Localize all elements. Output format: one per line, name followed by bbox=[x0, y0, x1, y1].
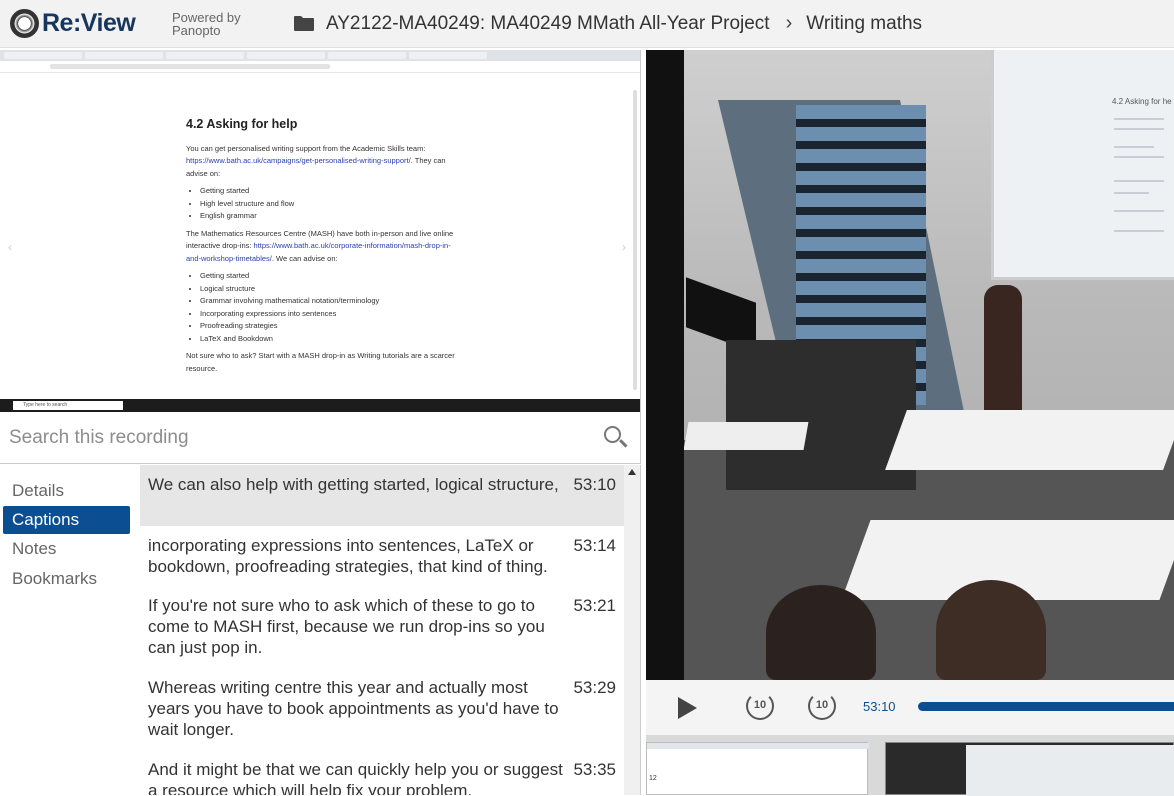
caption-item[interactable]: If you're not sure who to ask which of t… bbox=[140, 586, 624, 668]
video-screen-title: 4.2 Asking for he bbox=[1112, 97, 1172, 106]
top-header: Re:View Powered by Panopto AY2122-MA4024… bbox=[0, 0, 1174, 48]
list-item: Getting started bbox=[200, 185, 456, 198]
chevron-right-icon: › bbox=[622, 240, 626, 254]
thumbnail-strip: 12 bbox=[646, 735, 1174, 796]
current-time: 53:10 bbox=[863, 699, 896, 714]
play-icon[interactable] bbox=[678, 697, 697, 719]
captured-taskbar-search: Type here to search bbox=[13, 401, 123, 410]
tab-notes[interactable]: Notes bbox=[3, 535, 130, 563]
caption-text: If you're not sure who to ask which of t… bbox=[148, 596, 545, 657]
chevron-right-icon: › bbox=[785, 12, 793, 34]
review-logo[interactable]: Re:View bbox=[10, 9, 160, 38]
secondary-stream-viewer[interactable]: ‹ › 4.2 Asking for help You can get pers… bbox=[0, 50, 641, 412]
breadcrumb-session: Writing maths bbox=[806, 12, 923, 34]
captions-list: We can also help with getting started, l… bbox=[140, 465, 624, 795]
caption-text: And it might be that we can quickly help… bbox=[148, 760, 563, 795]
university-seal-icon bbox=[10, 9, 39, 38]
caption-text: Whereas writing centre this year and act… bbox=[148, 678, 559, 739]
caption-time: 53:10 bbox=[573, 475, 616, 494]
video-desk bbox=[885, 410, 1174, 470]
slide-list-2: Getting started Logical structure Gramma… bbox=[200, 270, 456, 345]
breadcrumb-folder[interactable]: AY2122-MA40249: MA40249 MMath All-Year P… bbox=[326, 13, 770, 35]
slide-page: 4.2 Asking for help You can get personal… bbox=[186, 118, 456, 378]
powered-by-brand: Panopto bbox=[172, 22, 221, 38]
list-item: Logical structure bbox=[200, 283, 456, 296]
side-tabs: Details Captions Notes Bookmarks bbox=[0, 465, 140, 795]
captured-taskbar: Type here to search bbox=[0, 399, 640, 412]
caption-time: 53:35 bbox=[573, 760, 616, 779]
search-icon[interactable] bbox=[604, 426, 621, 443]
caption-time: 53:21 bbox=[573, 596, 616, 615]
list-item: High level structure and flow bbox=[200, 198, 456, 211]
thumbnail-number: 12 bbox=[649, 775, 657, 782]
caption-item[interactable]: incorporating expressions into sentences… bbox=[140, 526, 624, 587]
slide-paragraph-2: The Mathematics Resources Centre (MASH) … bbox=[186, 228, 454, 263]
tab-details[interactable]: Details bbox=[3, 477, 130, 505]
forward-10-icon[interactable]: 10 bbox=[808, 692, 836, 720]
rewind-10-icon[interactable]: 10 bbox=[746, 692, 774, 720]
list-item: English grammar bbox=[200, 210, 456, 223]
main-video[interactable]: 4.2 Asking for he bbox=[646, 50, 1174, 680]
logo-text: Re:View bbox=[42, 9, 136, 37]
progress-bar[interactable] bbox=[918, 702, 1174, 711]
video-student bbox=[766, 585, 876, 680]
list-item: Incorporating expressions into sentences bbox=[200, 308, 456, 321]
search-bar bbox=[0, 412, 641, 464]
captions-scrollbar[interactable] bbox=[624, 465, 641, 795]
video-desk bbox=[683, 422, 809, 450]
video-edge bbox=[646, 50, 684, 680]
slide-thumbnail[interactable]: 12 bbox=[646, 742, 869, 795]
video-thumbnail[interactable] bbox=[885, 742, 1174, 796]
list-item: Proofreading strategies bbox=[200, 320, 456, 333]
slide-link-1: https://www.bath.ac.uk/campaigns/get-per… bbox=[186, 156, 411, 165]
powered-by-panopto[interactable]: Powered by Panopto bbox=[172, 11, 272, 37]
video-student bbox=[936, 580, 1046, 680]
caption-text: We can also help with getting started, l… bbox=[148, 475, 559, 494]
slide-paragraph-3: Not sure who to ask? Start with a MASH d… bbox=[186, 351, 455, 373]
video-projector-screen: 4.2 Asking for he bbox=[991, 50, 1174, 280]
caption-text: incorporating expressions into sentences… bbox=[148, 536, 548, 576]
tab-captions[interactable]: Captions bbox=[3, 506, 130, 534]
list-item: Grammar involving mathematical notation/… bbox=[200, 295, 456, 308]
breadcrumb: AY2122-MA40249: MA40249 MMath All-Year P… bbox=[294, 12, 922, 35]
list-item: Getting started bbox=[200, 270, 456, 283]
video-lecturer bbox=[984, 285, 1022, 415]
captured-scrollbar bbox=[633, 90, 637, 390]
captured-browser-tabs bbox=[0, 50, 640, 61]
tab-bookmarks[interactable]: Bookmarks bbox=[3, 565, 130, 593]
slide-heading: 4.2 Asking for help bbox=[186, 117, 298, 131]
chevron-left-icon: ‹ bbox=[8, 240, 12, 254]
folder-icon bbox=[294, 16, 314, 31]
caption-item[interactable]: We can also help with getting started, l… bbox=[140, 465, 624, 526]
list-item: LaTeX and Bookdown bbox=[200, 333, 456, 346]
caption-time: 53:29 bbox=[573, 678, 616, 697]
caption-time: 53:14 bbox=[573, 536, 616, 555]
powered-by-label: Powered by bbox=[172, 9, 241, 25]
caption-item[interactable]: And it might be that we can quickly help… bbox=[140, 750, 624, 795]
slide-list-1: Getting started High level structure and… bbox=[200, 185, 456, 223]
player-controls: 10 10 53:10 bbox=[646, 680, 1174, 735]
scroll-up-icon[interactable] bbox=[628, 469, 636, 475]
slide-paragraph-1: You can get personalised writing support… bbox=[186, 143, 446, 178]
search-input[interactable] bbox=[9, 424, 579, 452]
captured-address-bar bbox=[0, 61, 640, 73]
caption-item[interactable]: Whereas writing centre this year and act… bbox=[140, 668, 624, 750]
